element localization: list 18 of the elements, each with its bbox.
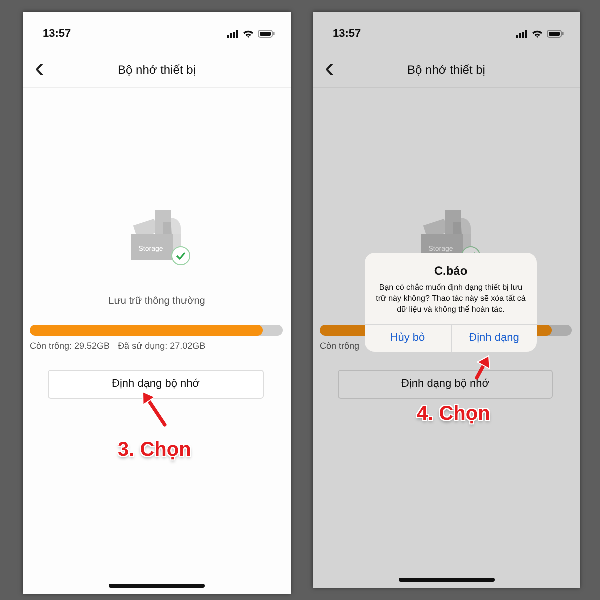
storage-type-label: Lưu trữ thông thường <box>108 295 206 309</box>
status-time: 13:57 <box>43 26 72 42</box>
storage-stat: Còn trống <box>320 340 360 353</box>
dialog-title: C.báo <box>433 263 469 280</box>
screen-title: Bộ nhớ thiết bị <box>408 62 486 78</box>
format-button[interactable]: Định dạng bộ nhớ <box>338 370 553 398</box>
dialog-message: Bạn có chắc muốn định dạng thiết bị lưu trữ này không? Thao tác này sẽ xóa tất cả dữ liệu và không thể hoàn tác. <box>375 282 527 316</box>
dialog-button[interactable]: Hủy bỏ <box>365 324 450 352</box>
format-button[interactable]: Định dạng bộ nhớ <box>48 370 264 398</box>
storage-stat: Còn trống: 29.52GB <box>30 340 110 353</box>
back-button[interactable]: ‹ <box>321 54 338 82</box>
step-annotation: 4. Chọn <box>417 402 490 427</box>
screen-title: Bộ nhớ thiết bị <box>118 62 196 78</box>
step-annotation: 3. Chọn <box>118 438 192 463</box>
storage-stat: Đã sử dụng: 27.02GB <box>118 340 206 353</box>
dialog-button[interactable]: Định dạng <box>450 324 537 352</box>
status-time: 13:57 <box>333 26 362 42</box>
back-button[interactable]: ‹ <box>31 54 48 82</box>
